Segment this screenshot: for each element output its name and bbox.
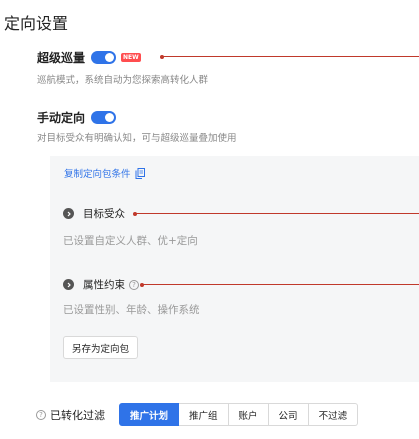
filter-option-company[interactable]: 公司 — [268, 403, 309, 426]
filter-option-campaign[interactable]: 推广计划 — [119, 403, 180, 426]
annotation-line — [133, 211, 419, 216]
manual-targeting-description: 对目标受众有明确认知，可与超级巡量叠加使用 — [37, 133, 237, 144]
super-cruise-row: 超级巡量 NEW — [37, 49, 141, 66]
annotation-line — [160, 54, 419, 59]
conversion-filter-row: ? 已转化过滤 推广计划 推广组 账户 公司 不过滤 — [36, 403, 359, 426]
conversion-filter-segmented-control: 推广计划 推广组 账户 公司 不过滤 — [119, 403, 359, 426]
toggle-knob — [105, 53, 115, 62]
audience-title: 目标受众 — [83, 208, 125, 220]
new-badge: NEW — [121, 53, 141, 62]
attributes-section-header[interactable]: 属性约束 ? — [63, 277, 139, 292]
filter-option-account[interactable]: 账户 — [228, 403, 269, 426]
copy-link-label: 复制定向包条件 — [64, 169, 131, 180]
chevron-right-icon — [63, 208, 74, 219]
audience-section-header[interactable]: 目标受众 — [63, 206, 125, 221]
page-title: 定向设置 — [4, 14, 69, 33]
help-icon[interactable]: ? — [36, 409, 46, 420]
conversion-filter-label: 已转化过滤 — [50, 408, 105, 422]
save-as-package-button[interactable]: 另存为定向包 — [63, 336, 139, 359]
attributes-title: 属性约束 — [83, 279, 125, 291]
super-cruise-toggle[interactable] — [91, 51, 117, 64]
annotation-line — [140, 282, 419, 287]
copy-icon — [135, 167, 145, 179]
filter-option-ad-group[interactable]: 推广组 — [179, 403, 229, 426]
manual-targeting-toggle[interactable] — [91, 111, 117, 124]
manual-targeting-label: 手动定向 — [37, 111, 86, 125]
chevron-right-icon — [63, 279, 74, 290]
super-cruise-description: 巡航模式，系统自动为您探索高转化人群 — [37, 75, 209, 86]
manual-targeting-row: 手动定向 — [37, 109, 117, 126]
attributes-summary: 已设置性别、年龄、操作系统 — [63, 304, 200, 316]
help-icon[interactable]: ? — [129, 279, 139, 290]
copy-targeting-link[interactable]: 复制定向包条件 — [64, 166, 145, 180]
super-cruise-label: 超级巡量 — [37, 51, 86, 65]
toggle-knob — [105, 113, 115, 122]
filter-option-none[interactable]: 不过滤 — [308, 403, 359, 426]
audience-summary: 已设置自定义人群、优+定向 — [63, 235, 198, 247]
